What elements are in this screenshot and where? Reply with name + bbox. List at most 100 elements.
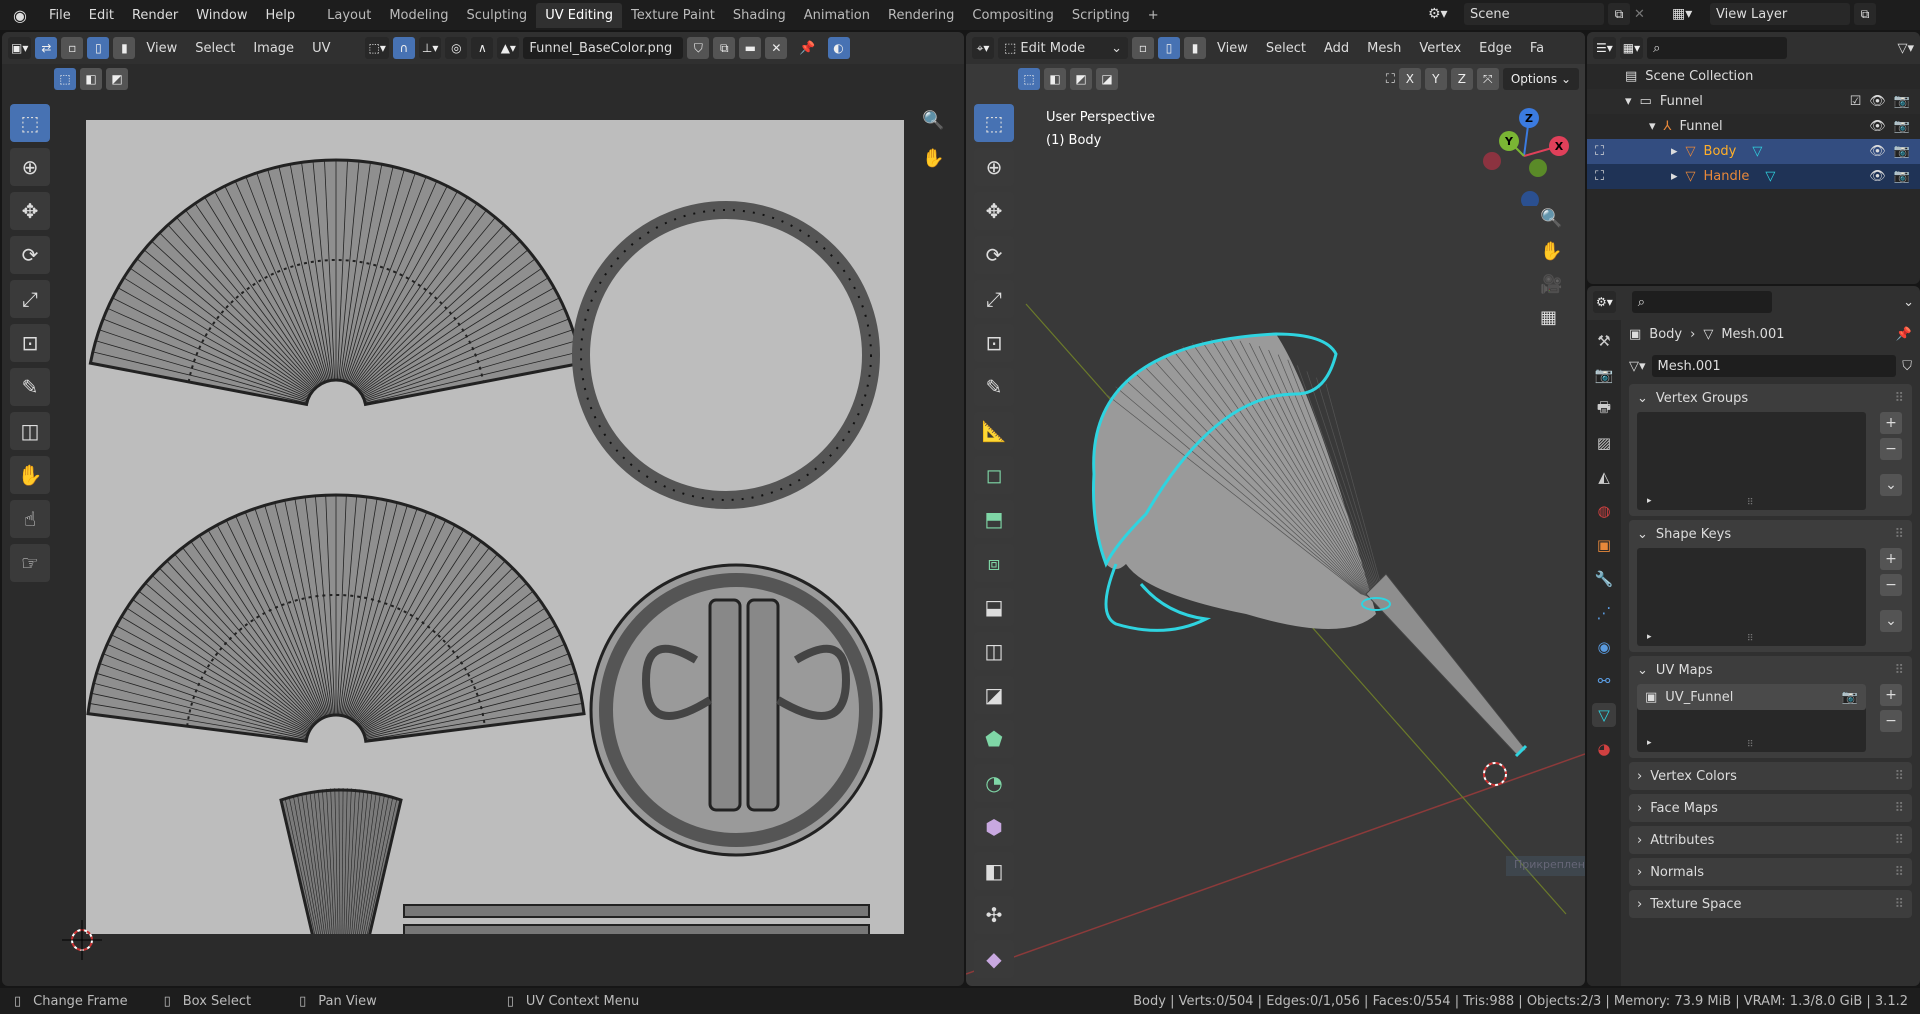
expand-icon[interactable]: ▾ bbox=[1649, 119, 1656, 134]
menu-mesh[interactable]: Mesh bbox=[1360, 41, 1408, 56]
face-select-icon[interactable]: ▮ bbox=[113, 37, 136, 59]
select-mode-new-icon[interactable]: ⬚ bbox=[1018, 68, 1040, 90]
shape-keys-list[interactable]: ▸ ⠿ bbox=[1637, 548, 1866, 646]
edit-mode-icon[interactable]: ⛶ bbox=[1595, 144, 1604, 159]
menu-vertex[interactable]: Vertex bbox=[1412, 41, 1468, 56]
panel-header[interactable]: ⌄ Shape Keys ⠿ bbox=[1629, 520, 1912, 548]
drag-handle-icon[interactable]: ⠿ bbox=[1894, 833, 1904, 848]
scene-field[interactable]: Scene bbox=[1464, 3, 1604, 25]
panel-attributes[interactable]: › Attributes ⠿ bbox=[1629, 826, 1912, 854]
pan-hand-icon[interactable]: ✋ bbox=[922, 148, 944, 169]
tab-layout[interactable]: Layout bbox=[318, 3, 380, 28]
knife-tool-icon[interactable]: ◪ bbox=[974, 676, 1014, 714]
select-mode-extend-icon[interactable]: ◧ bbox=[80, 68, 102, 90]
filter-icon[interactable]: ▽▾ bbox=[1897, 41, 1914, 56]
chevron-down-icon[interactable]: ⌄ bbox=[1903, 295, 1914, 310]
expand-icon[interactable]: ▸ bbox=[1671, 144, 1678, 159]
modifier-tab-icon[interactable]: 🔧 bbox=[1592, 567, 1616, 591]
properties-search-input[interactable]: ⌕ bbox=[1631, 291, 1772, 313]
outliner-item-body[interactable]: ⛶ ▸ ▽ Body ▽ 👁 📷 bbox=[1587, 139, 1920, 164]
drag-handle-icon[interactable]: ⠿ bbox=[1894, 391, 1904, 406]
scale-tool-icon[interactable]: ⤢ bbox=[974, 280, 1014, 318]
eye-icon[interactable]: 👁 bbox=[1869, 169, 1886, 184]
new-scene-button[interactable]: ⧉ bbox=[1608, 3, 1630, 25]
view-layer-field[interactable]: View Layer bbox=[1710, 3, 1850, 25]
navigation-gizmo[interactable]: Z X Y bbox=[1474, 106, 1574, 206]
annotate-tool-icon[interactable]: ✎ bbox=[974, 368, 1014, 406]
drag-handle-icon[interactable]: ⠿ bbox=[1894, 663, 1904, 678]
relax-tool-icon[interactable]: ☝ bbox=[10, 500, 50, 538]
physics-tab-icon[interactable]: ◉ bbox=[1592, 635, 1616, 659]
menu-uv[interactable]: UV bbox=[305, 41, 337, 56]
remove-button[interactable]: − bbox=[1880, 438, 1902, 460]
grab-tool-icon[interactable]: ✋ bbox=[10, 456, 50, 494]
outliner-item-funnel-collection[interactable]: ▾ ▭ Funnel ☑ 👁 📷 bbox=[1587, 89, 1920, 114]
uv-maps-list[interactable]: ▣ UV_Funnel 📷 ▸ ⠿ bbox=[1637, 684, 1866, 752]
editor-type-icon[interactable]: ⌖▾ bbox=[972, 37, 994, 59]
active-render-icon[interactable]: 📷 bbox=[1842, 690, 1858, 705]
rotate-tool-icon[interactable]: ⟳ bbox=[10, 236, 50, 274]
zoom-icon[interactable]: 🔍 bbox=[1540, 208, 1562, 229]
select-box-tool-icon[interactable]: ⬚ bbox=[974, 104, 1014, 142]
blender-logo-icon[interactable]: ◉ bbox=[0, 6, 40, 25]
measure-tool-icon[interactable]: 📐 bbox=[974, 412, 1014, 450]
uv-map-item[interactable]: ▣ UV_Funnel 📷 bbox=[1637, 684, 1866, 710]
edit-mode-icon[interactable]: ⛶ bbox=[1595, 169, 1604, 184]
tab-compositing[interactable]: Compositing bbox=[963, 3, 1063, 28]
expand-icon[interactable]: ▾ bbox=[1625, 94, 1632, 109]
vertex-groups-list[interactable]: ▸ ⠿ bbox=[1637, 412, 1866, 510]
open-image-icon[interactable]: ▬ bbox=[739, 37, 762, 59]
menu-select[interactable]: Select bbox=[1259, 41, 1313, 56]
snap-target-icon[interactable]: ⊥▾ bbox=[418, 37, 442, 59]
eye-icon[interactable]: 👁 bbox=[1869, 144, 1886, 159]
mirror-x-toggle[interactable]: X bbox=[1398, 68, 1421, 90]
expand-icon[interactable]: ▸ bbox=[1647, 496, 1652, 506]
panel-texture-space[interactable]: › Texture Space ⠿ bbox=[1629, 890, 1912, 918]
annotate-tool-icon[interactable]: ✎ bbox=[10, 368, 50, 406]
view-layer-tab-icon[interactable]: ▨ bbox=[1592, 431, 1616, 455]
mesh-data-icon[interactable]: ▽ bbox=[1765, 169, 1775, 184]
panel-normals[interactable]: › Normals ⠿ bbox=[1629, 858, 1912, 886]
mirror-icon[interactable]: ⛶ bbox=[1386, 72, 1395, 87]
smooth-tool-icon[interactable]: ⬢ bbox=[974, 808, 1014, 846]
edge-select-icon[interactable]: ▯ bbox=[1158, 37, 1180, 59]
uv-image-canvas[interactable] bbox=[86, 120, 904, 934]
eye-icon[interactable]: 👁 bbox=[1869, 119, 1886, 134]
move-tool-icon[interactable]: ✥ bbox=[974, 192, 1014, 230]
camera-icon[interactable]: 📷 bbox=[1894, 94, 1910, 109]
menu-select[interactable]: Select bbox=[188, 41, 242, 56]
tab-uv-editing[interactable]: UV Editing bbox=[536, 2, 623, 28]
particles-tab-icon[interactable]: ⋰ bbox=[1592, 601, 1616, 625]
tab-shading[interactable]: Shading bbox=[724, 3, 795, 28]
drag-handle-icon[interactable]: ⠿ bbox=[1894, 527, 1904, 542]
add-button[interactable]: + bbox=[1880, 684, 1902, 706]
loop-cut-tool-icon[interactable]: ◫ bbox=[974, 632, 1014, 670]
display-mode-icon[interactable]: ▦▾ bbox=[1619, 37, 1644, 59]
select-mode-new-icon[interactable]: ⬚ bbox=[54, 68, 76, 90]
viewport-scene[interactable] bbox=[966, 94, 1585, 986]
add-button[interactable]: + bbox=[1880, 412, 1902, 434]
select-mode-subtract-icon[interactable]: ◩ bbox=[1070, 68, 1092, 90]
menu-view[interactable]: View bbox=[139, 41, 184, 56]
add-cube-tool-icon[interactable]: ◻ bbox=[974, 456, 1014, 494]
menu-face[interactable]: Fa bbox=[1523, 41, 1551, 56]
mirror-z-toggle[interactable]: Z bbox=[1450, 68, 1473, 90]
mode-dropdown[interactable]: ⬚ Edit Mode ⌄ bbox=[998, 37, 1128, 59]
tab-sculpting[interactable]: Sculpting bbox=[457, 3, 536, 28]
select-mode-invert-icon[interactable]: ◪ bbox=[1096, 68, 1118, 90]
object-tab-icon[interactable]: ▣ bbox=[1592, 533, 1616, 557]
remove-button[interactable]: − bbox=[1880, 574, 1902, 596]
fake-user-icon[interactable]: ⛉ bbox=[1902, 359, 1912, 374]
specials-menu-button[interactable]: ⌄ bbox=[1880, 474, 1902, 496]
camera-icon[interactable]: 🎥 bbox=[1540, 274, 1562, 295]
select-mode-subtract-icon[interactable]: ◩ bbox=[106, 68, 128, 90]
tab-rendering[interactable]: Rendering bbox=[879, 3, 963, 28]
menu-file[interactable]: File bbox=[40, 8, 80, 23]
menu-view[interactable]: View bbox=[1210, 41, 1255, 56]
camera-icon[interactable]: 📷 bbox=[1894, 119, 1910, 134]
resize-handle-icon[interactable]: ⠿ bbox=[1747, 740, 1754, 750]
expand-icon[interactable]: ▸ bbox=[1647, 738, 1652, 748]
cursor-tool-icon[interactable]: ⊕ bbox=[974, 148, 1014, 186]
edge-select-icon[interactable]: ▯ bbox=[87, 37, 110, 59]
perspective-grid-icon[interactable]: ▦ bbox=[1540, 307, 1562, 328]
